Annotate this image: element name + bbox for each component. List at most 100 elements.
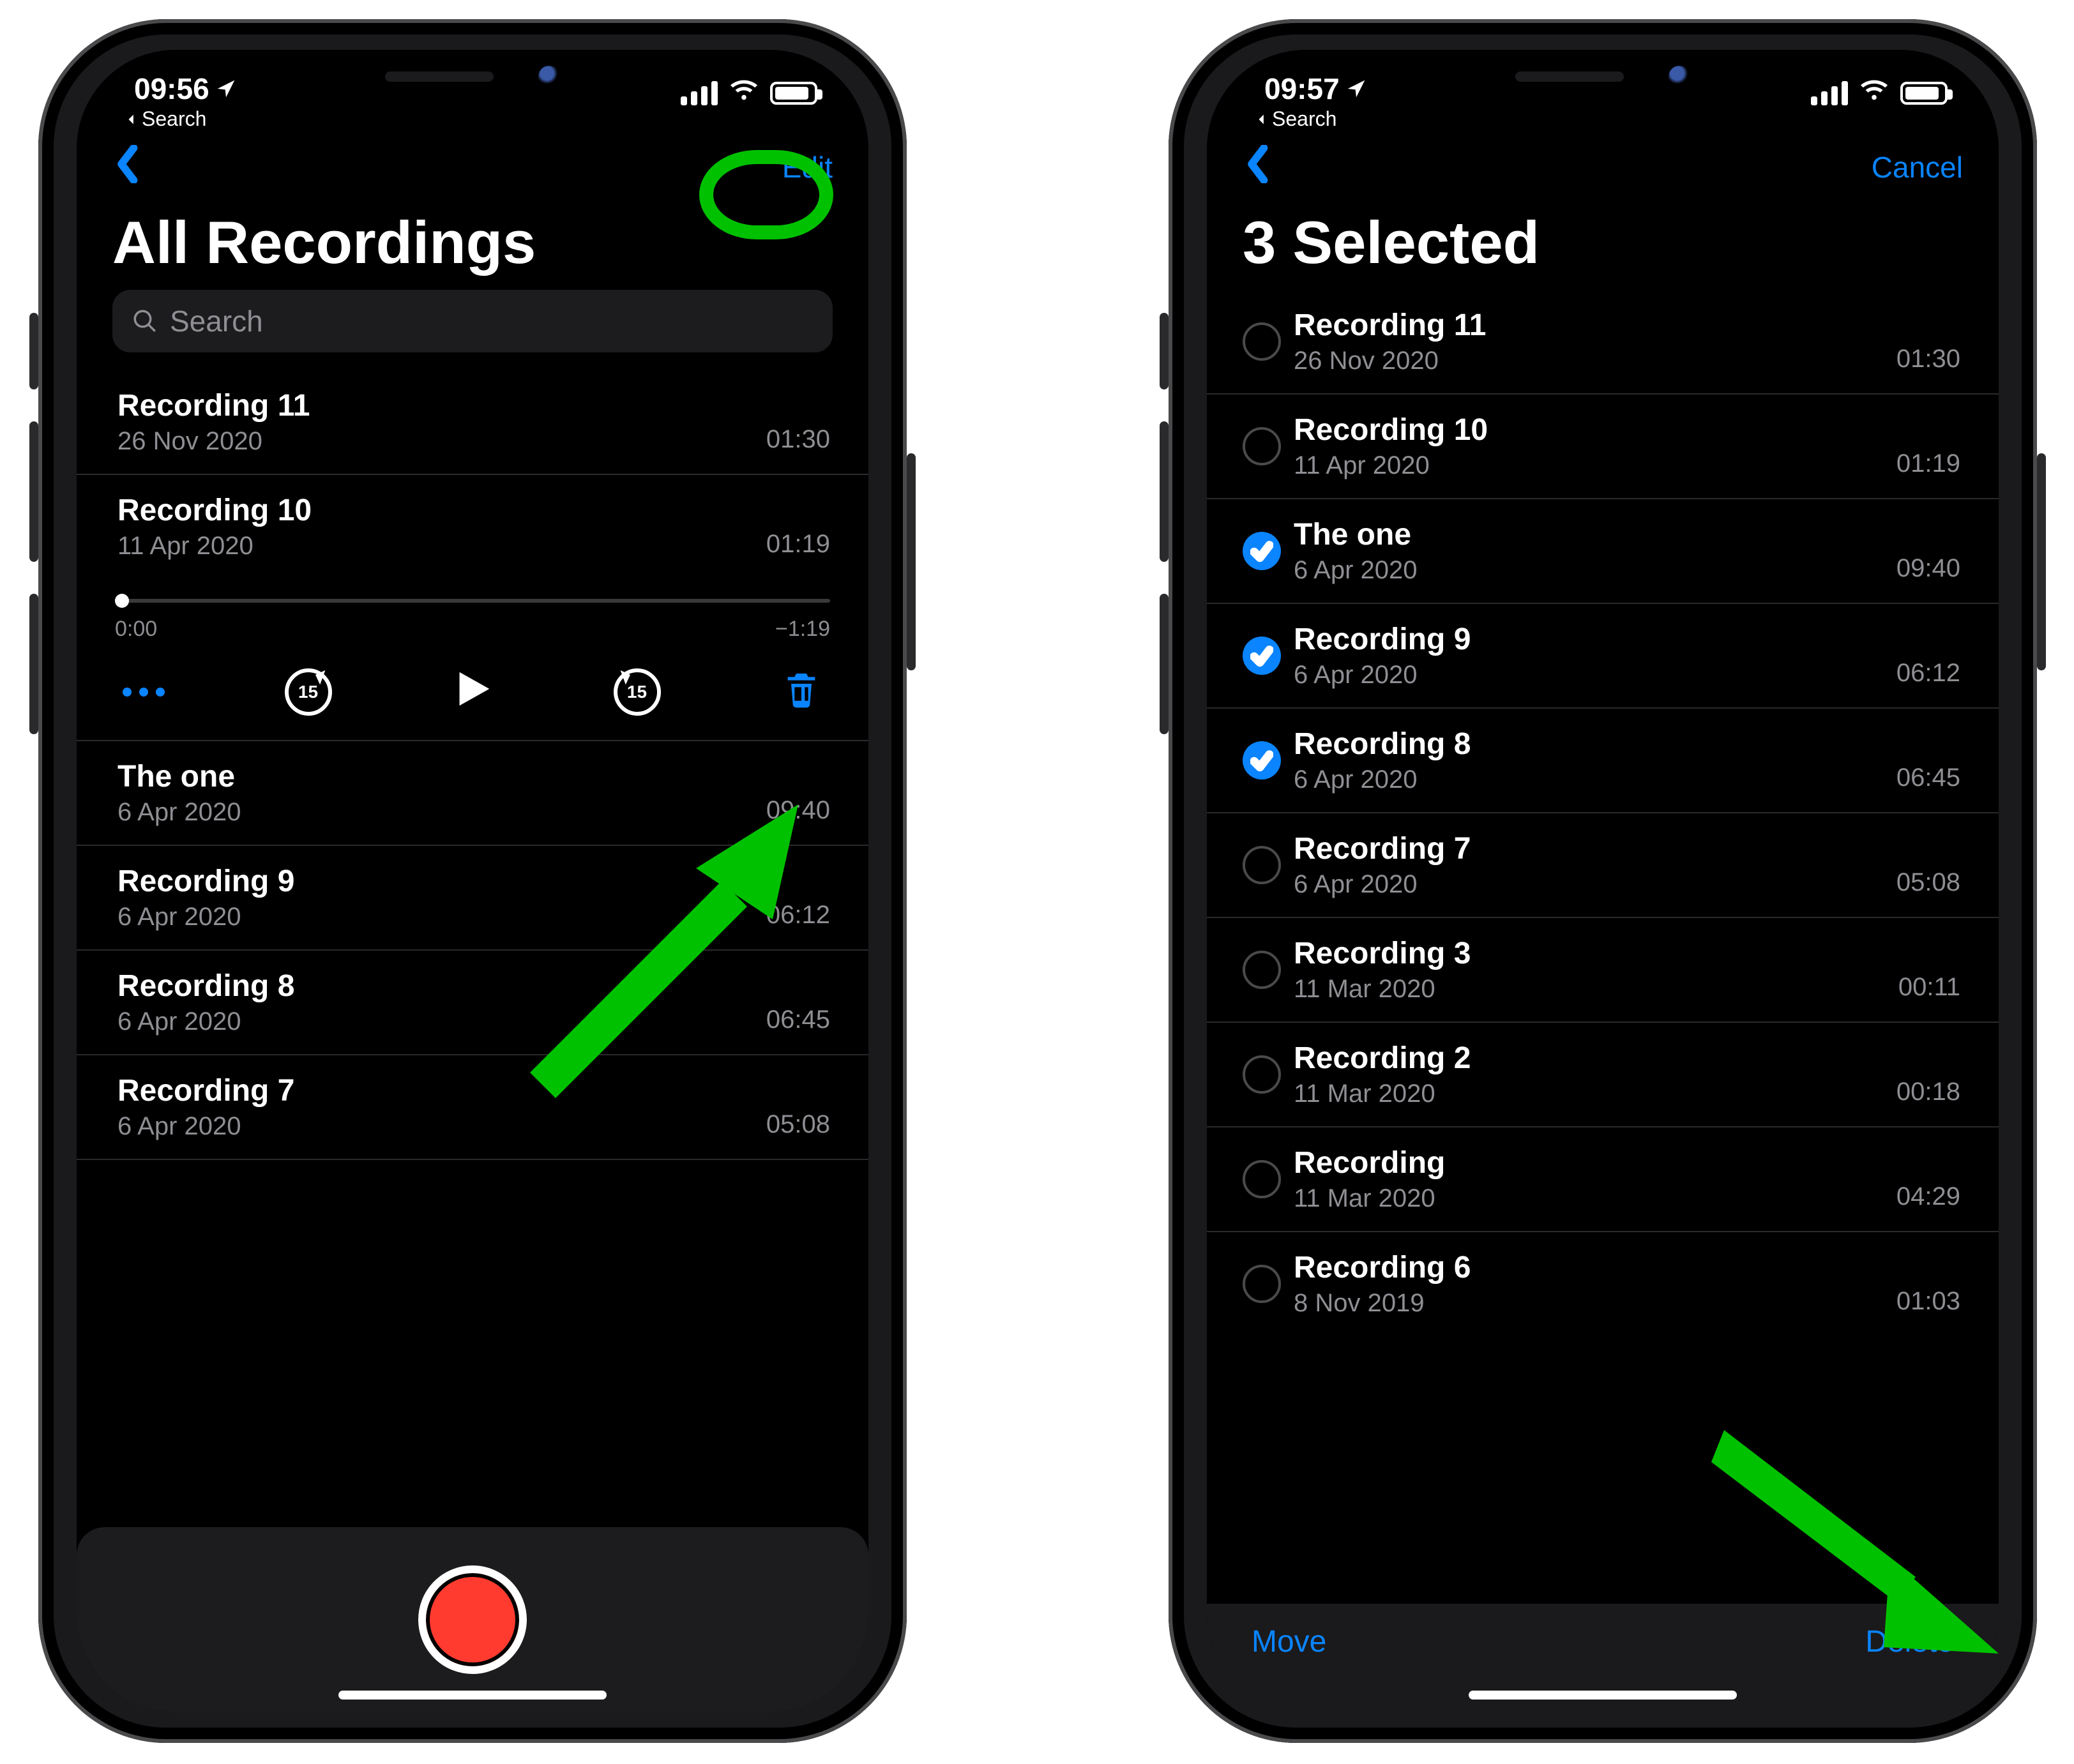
list-item[interactable]: Recording 9 6 Apr 202006:12 xyxy=(1207,604,1999,709)
selection-checkbox[interactable] xyxy=(1243,322,1281,361)
recording-date: 6 Apr 2020 xyxy=(1294,765,1896,794)
recording-duration: 01:30 xyxy=(766,425,830,454)
page-title: All Recordings xyxy=(77,206,868,290)
delete-button[interactable]: Delete xyxy=(1865,1624,1954,1659)
recording-name: The one xyxy=(117,759,766,794)
list-fade xyxy=(1207,1565,1999,1604)
selection-checkbox[interactable] xyxy=(1243,1055,1281,1094)
recordings-list[interactable]: Recording 11 26 Nov 2020 01:30 Recording… xyxy=(77,370,868,1160)
list-item[interactable]: Recording 7 6 Apr 2020 05:08 xyxy=(77,1055,868,1160)
status-time: 09:56 xyxy=(134,72,236,106)
recordings-list-editing[interactable]: Recording 1126 Nov 202001:30Recording 10… xyxy=(1207,290,1999,1336)
record-footer xyxy=(77,1527,868,1712)
phone-left-frame: 09:56 Search xyxy=(38,19,907,1743)
recording-name: Recording 2 xyxy=(1294,1041,1896,1076)
selection-checkbox[interactable] xyxy=(1243,1265,1281,1303)
recording-duration: 04:29 xyxy=(1896,1182,1960,1211)
list-item[interactable]: Recording 9 6 Apr 2020 06:12 xyxy=(77,846,868,951)
scrub-pos: 0:00 xyxy=(115,617,157,642)
nav-back-button[interactable] xyxy=(112,145,144,190)
selection-checkbox[interactable] xyxy=(1243,637,1281,675)
status-back-to-search[interactable]: Search xyxy=(1255,107,1336,131)
side-power-button xyxy=(907,453,916,670)
recording-date: 11 Apr 2020 xyxy=(1294,451,1896,480)
recording-name: Recording 9 xyxy=(1294,622,1896,657)
list-item[interactable]: Recording 1011 Apr 202001:19 xyxy=(1207,395,1999,499)
edit-button[interactable]: Edit xyxy=(782,150,833,185)
trash-icon xyxy=(781,668,822,716)
selection-checkbox[interactable] xyxy=(1243,951,1281,989)
skip-fwd-icon: 15 xyxy=(614,668,661,716)
recording-duration: 01:19 xyxy=(766,530,830,559)
recording-date: 11 Mar 2020 xyxy=(1294,1184,1896,1213)
skip-back-15-button[interactable]: 15 xyxy=(280,663,337,721)
page-title: 3 Selected xyxy=(1207,206,1999,290)
selection-checkbox[interactable] xyxy=(1243,846,1281,884)
home-indicator[interactable] xyxy=(1469,1691,1737,1700)
phone-right-frame: 09:57 Search Canc xyxy=(1169,19,2037,1743)
wifi-icon xyxy=(1859,75,1889,111)
more-options-button[interactable] xyxy=(115,663,172,721)
location-arrow-icon xyxy=(1346,72,1366,106)
list-item[interactable]: The one 6 Apr 2020 09:40 xyxy=(77,741,868,846)
list-item[interactable]: The one6 Apr 202009:40 xyxy=(1207,499,1999,604)
volume-down-button xyxy=(29,594,38,734)
recording-date: 11 Mar 2020 xyxy=(1294,1080,1896,1108)
selection-checkbox[interactable] xyxy=(1243,1160,1281,1198)
checkmark-icon xyxy=(1250,539,1273,562)
side-power-button xyxy=(2037,453,2046,670)
recording-duration: 06:12 xyxy=(1896,659,1960,688)
search-placeholder: Search xyxy=(170,304,263,338)
recording-duration: 01:19 xyxy=(1896,449,1960,478)
list-item[interactable]: Recording 68 Nov 201901:03 xyxy=(1207,1232,1999,1336)
mute-switch xyxy=(29,313,38,389)
recording-date: 6 Apr 2020 xyxy=(117,903,766,931)
cancel-button[interactable]: Cancel xyxy=(1872,150,1963,185)
notch xyxy=(294,50,651,103)
recording-name: The one xyxy=(1294,517,1896,552)
recording-name: Recording 7 xyxy=(1294,831,1896,866)
play-button[interactable] xyxy=(444,663,501,721)
list-item[interactable]: Recording 11 Mar 202004:29 xyxy=(1207,1127,1999,1232)
delete-recording-button[interactable] xyxy=(773,663,830,721)
list-item[interactable]: Recording 86 Apr 202006:45 xyxy=(1207,709,1999,813)
volume-up-button xyxy=(1160,421,1169,562)
move-button[interactable]: Move xyxy=(1252,1624,1326,1659)
selection-checkbox[interactable] xyxy=(1243,741,1281,780)
ellipsis-icon xyxy=(123,688,165,697)
list-item[interactable]: Recording 1126 Nov 202001:30 xyxy=(1207,290,1999,395)
list-item[interactable]: Recording 211 Mar 202000:18 xyxy=(1207,1023,1999,1127)
volume-down-button xyxy=(1160,594,1169,734)
selection-checkbox[interactable] xyxy=(1243,427,1281,465)
list-item[interactable]: Recording 11 26 Nov 2020 01:30 xyxy=(77,370,868,475)
scrubber[interactable] xyxy=(115,589,830,614)
notch xyxy=(1424,50,1782,103)
recording-duration: 00:11 xyxy=(1898,973,1960,1002)
recording-name: Recording 9 xyxy=(117,864,766,899)
status-time: 09:57 xyxy=(1264,72,1366,106)
status-right-cluster xyxy=(681,75,817,111)
recording-name: Recording 11 xyxy=(1294,308,1896,343)
recording-date: 6 Apr 2020 xyxy=(117,1007,766,1036)
recording-name: Recording xyxy=(1294,1145,1896,1180)
recording-duration: 01:30 xyxy=(1896,345,1960,373)
skip-fwd-15-button[interactable]: 15 xyxy=(609,663,666,721)
recording-name: Recording 3 xyxy=(1294,936,1898,971)
search-input[interactable]: Search xyxy=(112,290,833,352)
list-item[interactable]: Recording 76 Apr 202005:08 xyxy=(1207,813,1999,918)
search-icon xyxy=(132,308,158,335)
status-back-to-search[interactable]: Search xyxy=(125,107,206,131)
nav-back-button[interactable] xyxy=(1243,145,1275,190)
list-item[interactable]: Recording 311 Mar 202000:11 xyxy=(1207,918,1999,1023)
list-item-expanded[interactable]: Recording 10 11 Apr 2020 01:19 xyxy=(77,475,868,578)
skip-back-icon: 15 xyxy=(285,668,332,716)
list-item[interactable]: Recording 8 6 Apr 2020 06:45 xyxy=(77,951,868,1055)
recording-date: 6 Apr 2020 xyxy=(1294,661,1896,690)
recording-name: Recording 8 xyxy=(1294,727,1896,762)
volume-up-button xyxy=(29,421,38,562)
home-indicator[interactable] xyxy=(338,1691,607,1700)
record-button[interactable] xyxy=(418,1565,527,1674)
recording-duration: 05:08 xyxy=(766,1110,830,1139)
selection-checkbox[interactable] xyxy=(1243,532,1281,570)
recording-duration: 09:40 xyxy=(1896,554,1960,583)
